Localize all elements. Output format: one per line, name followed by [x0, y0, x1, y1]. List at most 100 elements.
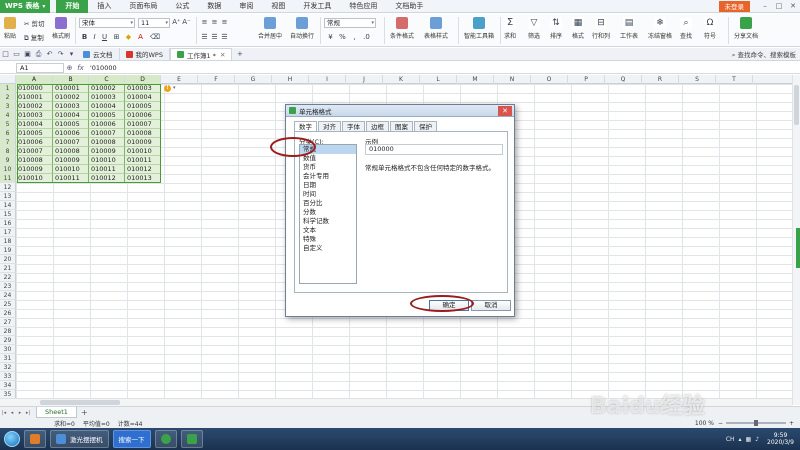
- underline-icon[interactable]: U: [100, 33, 109, 41]
- menu-tab-doc-assistant[interactable]: 文档助手: [386, 0, 432, 13]
- font-name-select[interactable]: 宋体 ▾: [79, 18, 135, 28]
- zoom-in-icon[interactable]: +: [789, 420, 794, 427]
- row-header[interactable]: 23: [0, 282, 16, 291]
- column-header[interactable]: G: [235, 75, 272, 84]
- column-header[interactable]: I: [309, 75, 346, 84]
- table-cell[interactable]: 010005: [53, 120, 89, 129]
- maximize-icon[interactable]: □: [772, 0, 786, 13]
- close-tab-icon[interactable]: ✕: [220, 51, 225, 59]
- tab-alignment[interactable]: 对齐: [318, 121, 341, 131]
- clock[interactable]: 9:59 2020/3/9: [767, 432, 794, 446]
- column-header[interactable]: L: [420, 75, 457, 84]
- login-button[interactable]: 未登录: [718, 0, 750, 12]
- table-cell[interactable]: 010006: [125, 111, 161, 120]
- list-item[interactable]: 日期: [300, 181, 356, 190]
- list-item[interactable]: 时间: [300, 190, 356, 199]
- table-cell[interactable]: 010007: [125, 120, 161, 129]
- row-header[interactable]: 16: [0, 219, 16, 228]
- table-cell[interactable]: 010002: [89, 84, 125, 93]
- taskbar-app-ie[interactable]: [154, 430, 177, 448]
- table-cell[interactable]: 010007: [16, 147, 53, 156]
- taskbar-app-media[interactable]: [24, 430, 46, 448]
- last-sheet-icon[interactable]: ▸|: [24, 410, 32, 416]
- column-header[interactable]: J: [346, 75, 383, 84]
- zoom-out-icon[interactable]: −: [718, 420, 723, 427]
- save-icon[interactable]: ▣: [22, 50, 33, 58]
- column-header[interactable]: T: [716, 75, 753, 84]
- list-item[interactable]: 自定义: [300, 244, 356, 253]
- language-indicator[interactable]: CH: [726, 436, 735, 443]
- row-header[interactable]: 9: [0, 156, 16, 165]
- copy-button[interactable]: ⧉ 复制: [24, 32, 44, 43]
- row-header[interactable]: 11: [0, 174, 16, 183]
- row-header[interactable]: 26: [0, 309, 16, 318]
- row-header[interactable]: 33: [0, 372, 16, 381]
- row-header[interactable]: 2: [0, 93, 16, 102]
- table-cell[interactable]: 010008: [89, 138, 125, 147]
- add-sheet-icon[interactable]: +: [81, 408, 88, 417]
- align-middle-icon[interactable]: ≡: [210, 18, 219, 26]
- ok-button[interactable]: 确定: [429, 300, 469, 311]
- zoom-slider-knob[interactable]: [753, 420, 758, 426]
- row-header[interactable]: 17: [0, 228, 16, 237]
- row-header[interactable]: 22: [0, 273, 16, 282]
- table-cell[interactable]: 010011: [53, 174, 89, 183]
- number-format-select[interactable]: 常规 ▾: [324, 18, 376, 28]
- increase-decimal-icon[interactable]: .0: [362, 33, 371, 41]
- list-item[interactable]: 常规: [300, 145, 356, 154]
- formula-input[interactable]: '010000: [90, 64, 117, 72]
- list-item[interactable]: 科学记数: [300, 217, 356, 226]
- table-cell[interactable]: 010009: [16, 165, 53, 174]
- scroll-thumb[interactable]: [794, 85, 799, 125]
- table-cell[interactable]: 010004: [16, 120, 53, 129]
- column-header[interactable]: O: [531, 75, 568, 84]
- column-header[interactable]: S: [679, 75, 716, 84]
- bold-icon[interactable]: B: [80, 33, 89, 41]
- menu-tab-insert[interactable]: 插入: [88, 0, 120, 13]
- column-header[interactable]: M: [457, 75, 494, 84]
- column-header[interactable]: E: [161, 75, 198, 84]
- table-cell[interactable]: 010009: [53, 156, 89, 165]
- list-item[interactable]: 文本: [300, 226, 356, 235]
- menu-tab-review[interactable]: 审阅: [230, 0, 262, 13]
- table-cell[interactable]: 010005: [125, 102, 161, 111]
- fill-color-icon[interactable]: ◆: [124, 33, 133, 41]
- select-all-corner[interactable]: [0, 75, 16, 84]
- start-button[interactable]: [4, 431, 20, 447]
- warning-icon[interactable]: !: [164, 85, 171, 92]
- zoom-formula-icon[interactable]: ⊕: [64, 64, 75, 72]
- column-header[interactable]: B: [53, 75, 89, 84]
- taskbar-item-0[interactable]: 激光摆摆机: [50, 430, 109, 448]
- table-cell[interactable]: 010013: [125, 174, 161, 183]
- list-item[interactable]: 数值: [300, 154, 356, 163]
- table-cell[interactable]: 010001: [16, 93, 53, 102]
- row-header[interactable]: 21: [0, 264, 16, 273]
- column-header[interactable]: R: [642, 75, 679, 84]
- table-cell[interactable]: 010006: [53, 129, 89, 138]
- table-cell[interactable]: 010010: [125, 147, 161, 156]
- dialog-title-bar[interactable]: 单元格格式 ✕: [286, 105, 514, 117]
- table-cell[interactable]: 010011: [89, 165, 125, 174]
- font-grow-icon[interactable]: A⁺: [172, 18, 181, 26]
- italic-icon[interactable]: I: [90, 33, 99, 41]
- menu-tab-home[interactable]: 开始: [56, 0, 89, 13]
- row-header[interactable]: 30: [0, 345, 16, 354]
- symbol-button[interactable]: Ω 符号: [704, 17, 716, 40]
- row-header[interactable]: 19: [0, 246, 16, 255]
- command-search[interactable]: ⌕ 查找命令、搜索模板: [732, 49, 796, 60]
- align-bottom-icon[interactable]: ≡: [220, 18, 229, 26]
- format-painter-button[interactable]: 格式刷: [52, 17, 70, 40]
- first-sheet-icon[interactable]: |◂: [0, 410, 8, 416]
- format-button[interactable]: ▦ 格式: [572, 17, 584, 40]
- menu-tab-view[interactable]: 视图: [262, 0, 294, 13]
- table-cell[interactable]: 010000: [16, 84, 53, 93]
- cancel-button[interactable]: 取消: [471, 300, 511, 311]
- row-header[interactable]: 7: [0, 138, 16, 147]
- row-header[interactable]: 5: [0, 120, 16, 129]
- table-cell[interactable]: 010005: [89, 111, 125, 120]
- minimize-icon[interactable]: –: [758, 0, 772, 13]
- row-header[interactable]: 12: [0, 183, 16, 192]
- font-size-select[interactable]: 11 ▾: [138, 18, 170, 28]
- new-icon[interactable]: □: [0, 50, 11, 58]
- doc-tab-workbook[interactable]: 工作簿1 * ✕: [169, 48, 233, 60]
